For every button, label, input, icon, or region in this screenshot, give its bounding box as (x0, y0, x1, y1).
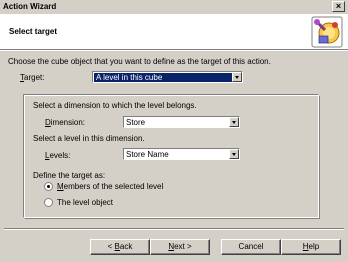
close-button[interactable]: × (332, 1, 345, 12)
dimension-select-value: Store (126, 118, 146, 127)
dimension-instruction: Select a dimension to which the level be… (33, 101, 197, 110)
close-icon: × (335, 1, 342, 11)
chevron-down-icon[interactable] (229, 117, 239, 127)
target-select-value: A level in this cube (94, 73, 232, 82)
radio-level-object-label[interactable]: The level object (57, 198, 113, 207)
radio-members[interactable] (44, 182, 53, 191)
levels-select[interactable]: Store Name (123, 148, 240, 160)
radio-level-object[interactable] (44, 198, 53, 207)
chevron-down-icon[interactable] (229, 149, 239, 159)
cancel-button[interactable]: Cancel (221, 239, 281, 255)
help-button[interactable]: Help (281, 239, 341, 255)
title-bar: Action Wizard × (0, 0, 348, 14)
window-title: Action Wizard (3, 2, 57, 11)
wizard-icon (311, 16, 343, 48)
page-title: Select target (9, 27, 58, 36)
levels-label: Levels: (45, 151, 71, 160)
back-button[interactable]: < Back (90, 239, 150, 255)
next-button[interactable]: Next > (150, 239, 210, 255)
chevron-down-icon[interactable] (232, 72, 242, 82)
define-target-label: Define the target as: (33, 171, 106, 180)
target-label: Target: (20, 73, 45, 82)
wizard-header: Select target (0, 14, 348, 50)
level-instruction: Select a level in this dimension. (33, 134, 145, 143)
instruction-text: Choose the cube object that you want to … (8, 57, 271, 66)
button-separator (4, 228, 344, 230)
levels-select-value: Store Name (126, 150, 169, 159)
dimension-label: Dimension: (45, 118, 86, 127)
action-wizard-window: Action Wizard × Select target Choose the… (0, 0, 348, 262)
radio-members-label[interactable]: Members of the selected level (57, 182, 163, 191)
dimension-select[interactable]: Store (123, 116, 240, 128)
target-select[interactable]: A level in this cube (92, 71, 243, 83)
